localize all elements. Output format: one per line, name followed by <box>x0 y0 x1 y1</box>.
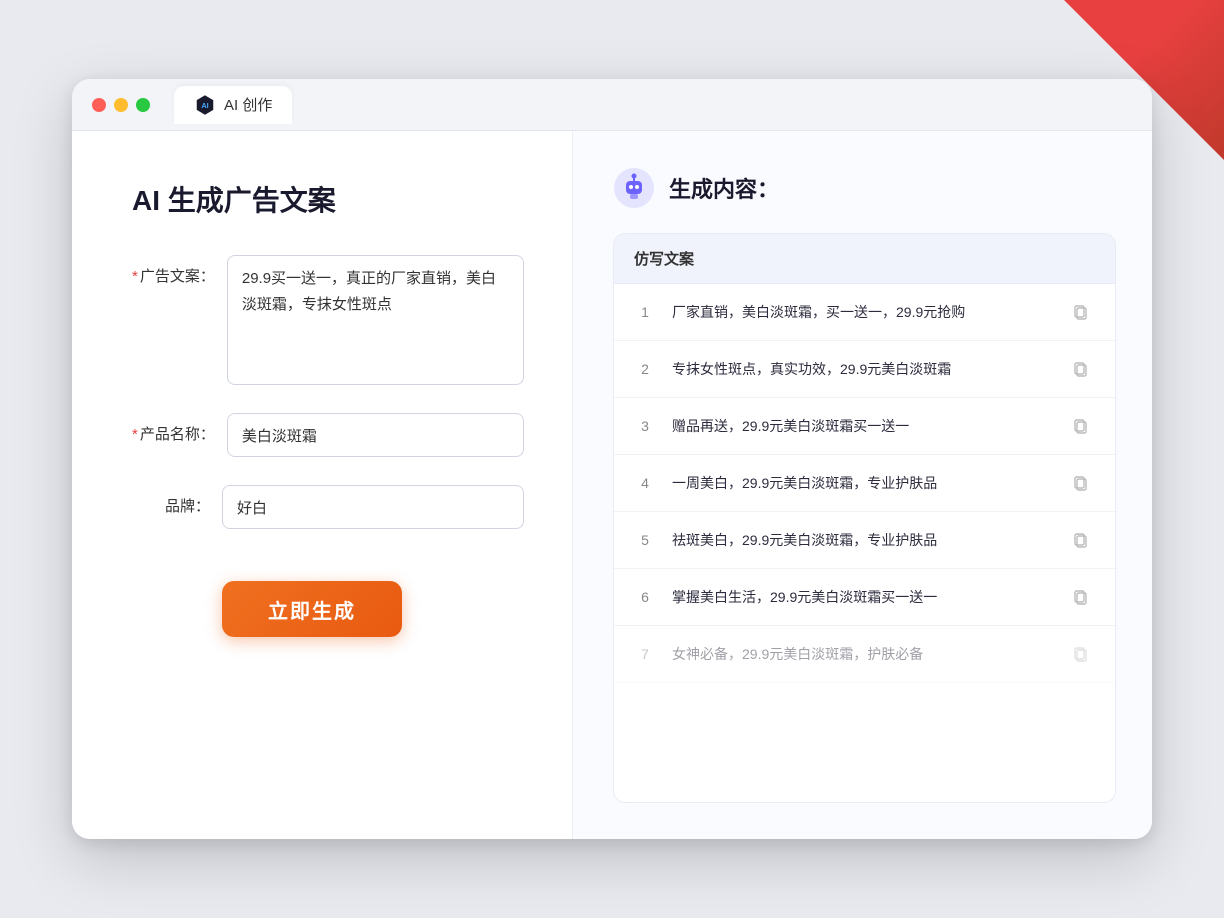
result-item: 2 专抹女性斑点，真实功效，29.9元美白淡斑霜 <box>614 341 1115 398</box>
result-text: 一周美白，29.9元美白淡斑霜，专业护肤品 <box>672 473 1051 494</box>
generate-button[interactable]: 立即生成 <box>222 581 402 637</box>
copy-button[interactable] <box>1067 469 1095 497</box>
result-text: 赠品再送，29.9元美白淡斑霜买一送一 <box>672 416 1051 437</box>
copy-button[interactable] <box>1067 640 1095 668</box>
results-list: 1 厂家直销，美白淡斑霜，买一送一，29.9元抢购 2 专抹女性斑点，真实功效，29.… <box>614 284 1115 802</box>
copy-button[interactable] <box>1067 583 1095 611</box>
brand-row: 品牌： <box>132 485 524 529</box>
result-number: 6 <box>634 589 656 605</box>
copy-button[interactable] <box>1067 298 1095 326</box>
result-item: 6 掌握美白生活，29.9元美白淡斑霜买一送一 <box>614 569 1115 626</box>
copy-button[interactable] <box>1067 412 1095 440</box>
active-tab[interactable]: AI AI 创作 <box>174 86 292 124</box>
copy-button[interactable] <box>1067 526 1095 554</box>
results-header: 仿写文案 <box>614 234 1115 284</box>
ai-icon: AI <box>194 94 216 116</box>
product-name-label: *产品名称： <box>132 413 227 444</box>
result-item: 4 一周美白，29.9元美白淡斑霜，专业护肤品 <box>614 455 1115 512</box>
page-title: AI 生成广告文案 <box>132 179 524 219</box>
close-button[interactable] <box>92 98 106 112</box>
result-item: 5 祛斑美白，29.9元美白淡斑霜，专业护肤品 <box>614 512 1115 569</box>
right-panel-title: 生成内容： <box>669 172 779 204</box>
result-text: 祛斑美白，29.9元美白淡斑霜，专业护肤品 <box>672 530 1051 551</box>
minimize-button[interactable] <box>114 98 128 112</box>
product-name-row: *产品名称： <box>132 413 524 457</box>
result-number: 2 <box>634 361 656 377</box>
result-text: 厂家直销，美白淡斑霜，买一送一，29.9元抢购 <box>672 302 1051 323</box>
maximize-button[interactable] <box>136 98 150 112</box>
bot-avatar-icon <box>613 167 655 209</box>
result-item: 7 女神必备，29.9元美白淡斑霜，护肤必备 <box>614 626 1115 683</box>
left-panel: AI 生成广告文案 *广告文案： *产品名称： 品牌： 立即生成 <box>72 131 572 839</box>
ad-copy-label: *广告文案： <box>132 255 227 286</box>
copy-button[interactable] <box>1067 355 1095 383</box>
result-number: 7 <box>634 646 656 662</box>
ad-copy-input[interactable] <box>227 255 524 385</box>
ad-copy-required: * <box>132 268 138 285</box>
browser-window: AI AI 创作 AI 生成广告文案 *广告文案： *产品名称： <box>72 79 1152 839</box>
result-number: 3 <box>634 418 656 434</box>
result-item: 3 赠品再送，29.9元美白淡斑霜买一送一 <box>614 398 1115 455</box>
brand-label: 品牌： <box>132 485 222 516</box>
title-bar: AI AI 创作 <box>72 79 1152 131</box>
results-container: 仿写文案 1 厂家直销，美白淡斑霜，买一送一，29.9元抢购 2 专抹女性斑点，真实功… <box>613 233 1116 803</box>
result-item: 1 厂家直销，美白淡斑霜，买一送一，29.9元抢购 <box>614 284 1115 341</box>
svg-text:AI: AI <box>201 101 208 110</box>
right-header: 生成内容： <box>613 167 1116 209</box>
result-number: 1 <box>634 304 656 320</box>
traffic-lights <box>92 98 150 112</box>
ad-copy-row: *广告文案： <box>132 255 524 385</box>
result-number: 4 <box>634 475 656 491</box>
product-required: * <box>132 426 138 443</box>
result-text: 掌握美白生活，29.9元美白淡斑霜买一送一 <box>672 587 1051 608</box>
main-content: AI 生成广告文案 *广告文案： *产品名称： 品牌： 立即生成 <box>72 131 1152 839</box>
result-text: 女神必备，29.9元美白淡斑霜，护肤必备 <box>672 644 1051 665</box>
result-number: 5 <box>634 532 656 548</box>
product-name-input[interactable] <box>227 413 524 457</box>
right-panel: 生成内容： 仿写文案 1 厂家直销，美白淡斑霜，买一送一，29.9元抢购 2 专抹女性… <box>572 131 1152 839</box>
result-text: 专抹女性斑点，真实功效，29.9元美白淡斑霜 <box>672 359 1051 380</box>
brand-input[interactable] <box>222 485 524 529</box>
tab-label: AI 创作 <box>224 94 272 115</box>
